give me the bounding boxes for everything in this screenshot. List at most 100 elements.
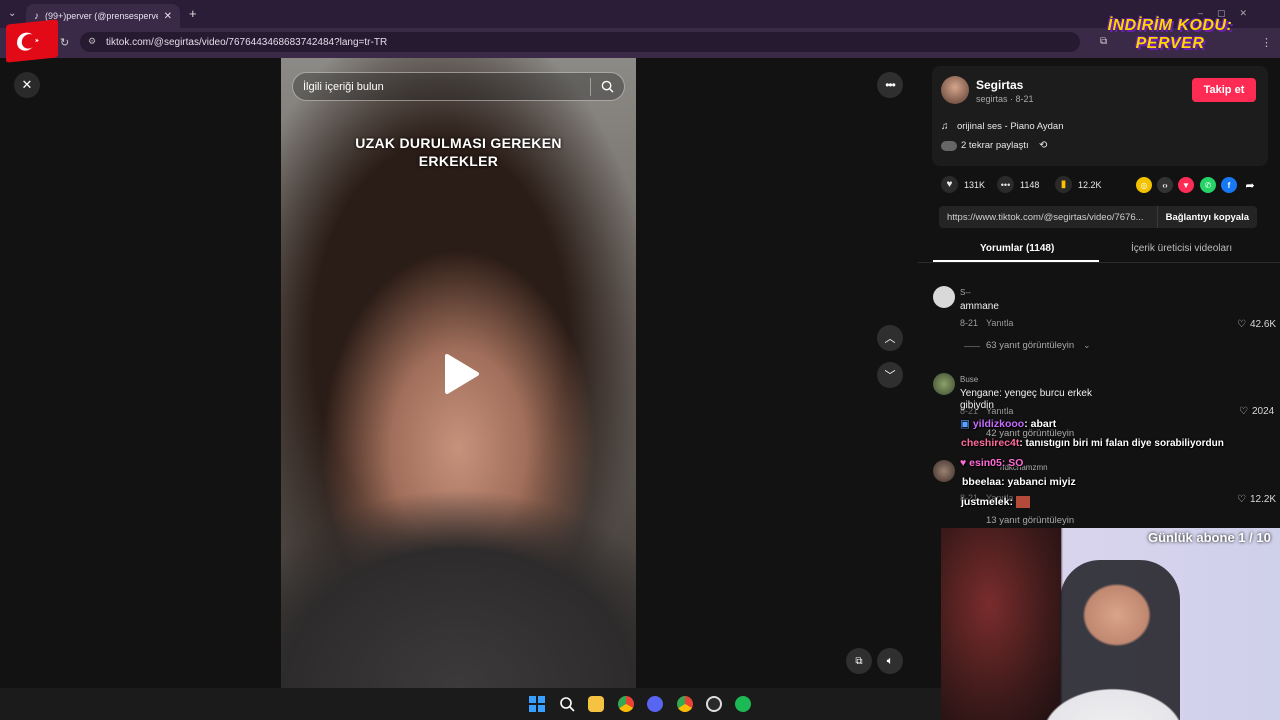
heart-outline-icon: ♡ bbox=[1237, 494, 1246, 505]
mini-player-button[interactable]: ⧉ bbox=[846, 648, 872, 674]
embed-icon[interactable]: ‹› bbox=[1157, 177, 1173, 193]
chat-message: ♥ esin05: SO bbox=[960, 457, 1023, 469]
obs-icon[interactable] bbox=[706, 696, 722, 712]
site-info-icon[interactable]: ⚙ bbox=[88, 36, 96, 47]
chat-emote-icon bbox=[1015, 496, 1030, 509]
video-frame-shirt bbox=[281, 468, 636, 688]
chat-badge-icon: ♥ bbox=[960, 457, 967, 469]
share-link-url[interactable]: https://www.tiktok.com/@segirtas/video/7… bbox=[939, 212, 1157, 223]
windows-taskbar bbox=[0, 688, 941, 720]
heart-icon: ♥ bbox=[941, 176, 958, 193]
mini-player-icon: ⧉ bbox=[855, 655, 863, 667]
repost-avatars bbox=[941, 141, 957, 151]
new-tab-button[interactable]: + bbox=[189, 6, 197, 21]
chat-message: ▣ yildizkooo: abart bbox=[960, 418, 1056, 430]
tiktok-favicon-icon: ♪ bbox=[34, 10, 39, 22]
reply-button[interactable]: Yanıtla bbox=[986, 318, 1013, 328]
chat-user: justmelek bbox=[961, 496, 1010, 508]
share-arrow-icon[interactable]: ➦ bbox=[1242, 177, 1258, 193]
creator-handle-date: segirtas · 8-21 bbox=[976, 94, 1034, 104]
volume-icon: 🔈︎ bbox=[886, 654, 894, 667]
close-tab-icon[interactable]: ✕ bbox=[164, 11, 172, 22]
view-replies-button[interactable]: 63 yanıt görüntüleyin bbox=[986, 340, 1074, 351]
view-replies-button[interactable]: 13 yanıt görüntüleyin bbox=[986, 515, 1074, 526]
webcam-streamer bbox=[1018, 570, 1208, 720]
promo-line-1: İNDİRİM KODU: bbox=[1107, 17, 1233, 34]
more-icon: ••• bbox=[885, 78, 896, 92]
follow-button[interactable]: Takip et bbox=[1192, 78, 1256, 102]
repost-count[interactable]: 2 tekrar paylaştı bbox=[961, 140, 1029, 151]
volume-button[interactable]: 🔈︎ bbox=[877, 648, 903, 674]
creator-name[interactable]: Segirtas bbox=[976, 78, 1023, 92]
tab-title: (99+)perver (@prensesperver) | bbox=[45, 11, 158, 21]
comment-like-count: 2024 bbox=[1251, 406, 1275, 417]
chat-message: bbeelaa: yabanci miyiz bbox=[962, 476, 1076, 488]
taskbar-search-icon[interactable] bbox=[559, 696, 575, 712]
comment-avatar[interactable] bbox=[933, 286, 955, 308]
chrome-icon[interactable] bbox=[677, 696, 693, 712]
comment-like[interactable]: ♡ 12.2K bbox=[1237, 494, 1276, 505]
search-placeholder: İlgili içeriği bulun bbox=[303, 80, 384, 93]
close-video-button[interactable]: ✕ bbox=[14, 72, 40, 98]
discord-icon[interactable] bbox=[647, 696, 663, 712]
more-options-button[interactable]: ••• bbox=[877, 72, 903, 98]
menu-icon[interactable]: ⋮ bbox=[1261, 36, 1272, 49]
address-bar[interactable]: ⚙ tiktok.com/@segirtas/video/76764434686… bbox=[80, 32, 1080, 52]
windows-start-icon[interactable] bbox=[529, 696, 545, 712]
file-explorer-icon[interactable] bbox=[588, 696, 604, 712]
caption-text: UZAK DURULMASI GEREKEN ERKEKLER bbox=[355, 135, 562, 169]
next-video-button[interactable]: ﹀ bbox=[877, 362, 903, 388]
copy-link-button[interactable]: Bağlantıyı kopyala bbox=[1156, 206, 1257, 228]
comment-stat[interactable]: ••• 1148 bbox=[997, 176, 1039, 193]
spotify-icon[interactable] bbox=[735, 696, 751, 712]
chat-user: bbeelaa bbox=[962, 476, 1002, 488]
coin-share-icon[interactable]: ◎ bbox=[1136, 177, 1152, 193]
creator-avatar[interactable] bbox=[941, 76, 969, 104]
like-stat[interactable]: ♥ 131K bbox=[941, 176, 985, 193]
facebook-icon[interactable]: f bbox=[1221, 177, 1237, 193]
comment-username[interactable]: S-- bbox=[960, 288, 971, 297]
sound-name[interactable]: orijinal ses - Piano Aydan bbox=[957, 121, 1064, 132]
chat-text: : tanıstıgın biri mi falan diye sorabili… bbox=[1019, 438, 1224, 449]
comment-like[interactable]: ♡ 2024 bbox=[1239, 406, 1274, 417]
close-icon: ✕ bbox=[21, 77, 33, 92]
reply-button[interactable]: Yanıtla bbox=[986, 406, 1013, 416]
chevron-down-icon: ⌄ bbox=[1083, 340, 1091, 350]
chrome-icon[interactable] bbox=[618, 696, 634, 712]
bookmark-icon: ▮ bbox=[1055, 176, 1072, 193]
url-text: tiktok.com/@segirtas/video/7676443468683… bbox=[106, 36, 388, 48]
related-search-input[interactable]: İlgili içeriği bulun bbox=[292, 72, 625, 101]
like-count: 131K bbox=[964, 179, 986, 190]
promo-line-2: PERVER bbox=[1135, 35, 1205, 52]
heart-outline-icon: ♡ bbox=[1237, 319, 1246, 330]
tabs-divider bbox=[918, 262, 1280, 263]
previous-video-button[interactable]: ︿ bbox=[877, 325, 903, 351]
play-icon[interactable] bbox=[441, 352, 481, 396]
comment-text: Yengane: yengeç burcu erkek bbox=[960, 388, 1092, 399]
search-icon[interactable] bbox=[601, 80, 614, 93]
repost-icon: ⟲ bbox=[1039, 140, 1048, 151]
chat-text: : abart bbox=[1024, 418, 1057, 430]
turkish-flag-logo bbox=[6, 19, 58, 63]
send-share-icon[interactable]: ▼ bbox=[1178, 177, 1194, 193]
comment-username[interactable]: Buse bbox=[960, 375, 978, 384]
whatsapp-icon[interactable]: ✆ bbox=[1200, 177, 1216, 193]
comment-like[interactable]: ♡ 42.6K bbox=[1237, 319, 1276, 330]
tab-creator-videos[interactable]: İçerik üreticisi videoları bbox=[1131, 243, 1232, 254]
share-link-box: https://www.tiktok.com/@segirtas/video/7… bbox=[939, 206, 1257, 228]
reload-icon[interactable]: ↻ bbox=[60, 36, 69, 49]
tab-list-chevron-icon[interactable]: ⌄ bbox=[8, 8, 16, 19]
tab-comments[interactable]: Yorumlar (1148) bbox=[980, 243, 1054, 254]
comment-date: 8-21 bbox=[960, 406, 979, 416]
comment-avatar[interactable] bbox=[933, 373, 955, 395]
comment-count: 1148 bbox=[1020, 179, 1040, 190]
heart-outline-icon: ♡ bbox=[1239, 406, 1248, 417]
chevron-down-icon: ﹀ bbox=[884, 370, 896, 382]
chat-message: justmelek: bbox=[961, 496, 1030, 509]
chat-text: : bbox=[1009, 496, 1013, 508]
comment-icon: ••• bbox=[997, 176, 1014, 193]
save-stat[interactable]: ▮ 12.2K bbox=[1055, 176, 1102, 193]
comment-avatar[interactable] bbox=[933, 460, 955, 482]
video-caption: UZAK DURULMASI GEREKEN ERKEKLER bbox=[281, 134, 636, 170]
comment-text: ammane bbox=[960, 301, 999, 312]
